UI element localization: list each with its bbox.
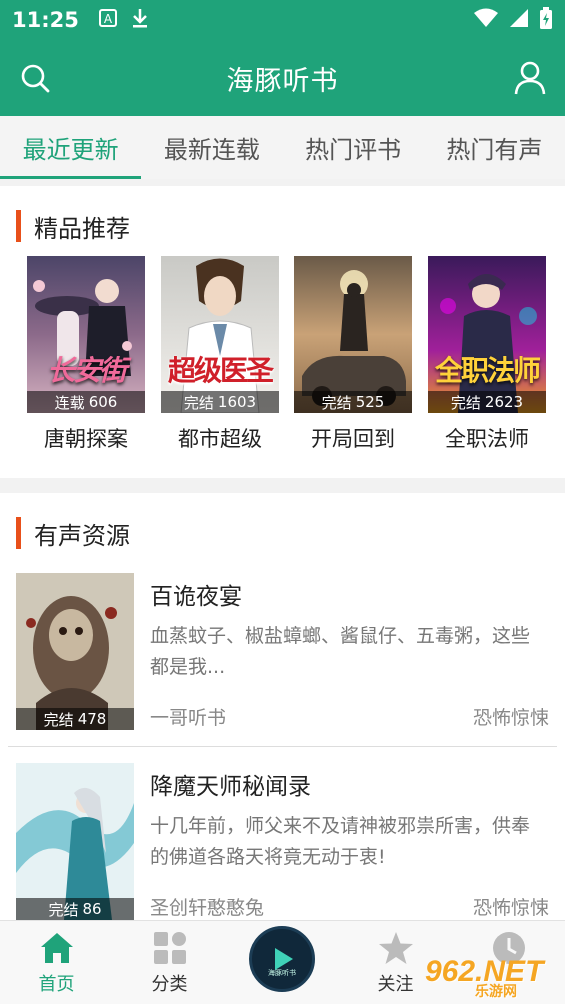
nav-category[interactable]: 分类 — [113, 921, 226, 1004]
svg-text:A: A — [104, 12, 113, 26]
audio-title: 百诡夜宴 — [150, 584, 242, 610]
cover-title-art: 超级医圣 — [167, 354, 274, 387]
audio-author: 圣创轩憨憨兔 — [150, 897, 265, 919]
book-card[interactable]: 完结 525 开局回到 — [294, 256, 412, 453]
book-name: 开局回到 — [311, 427, 395, 451]
audio-list-item[interactable]: 完结 478 百诡夜宴 血蒸蚊子、椒盐蟑螂、酱鼠仔、五毒粥，这些都是我... 一… — [0, 573, 565, 763]
book-cover: 完结 525 — [294, 256, 412, 413]
audio-author: 一哥听书 — [150, 707, 227, 729]
list-divider — [8, 746, 557, 747]
book-badge: 完结 2623 — [428, 391, 546, 413]
book-status: 完结 — [321, 393, 352, 412]
book-name: 全职法师 — [445, 427, 529, 451]
audio-status: 完结 — [48, 900, 79, 919]
tab-recent-updates[interactable]: 最近更新 — [0, 116, 142, 179]
star-icon — [378, 932, 413, 964]
book-status: 连载 — [54, 393, 85, 412]
a-icon: A — [98, 8, 117, 32]
audio-cover: 完结 478 — [16, 573, 134, 730]
audio-description: 十几年前，师父来不及请神被邪祟所害，供奉的佛道各路天将竟无动于衷! — [150, 815, 531, 868]
book-badge: 完结 525 — [294, 391, 412, 413]
player-label: 海豚听书 — [268, 969, 296, 977]
book-status: 完结 — [183, 393, 214, 412]
audio-cover: 完结 86 — [16, 763, 134, 920]
category-tabs: 最近更新 最新连载 热门评书 热门有声 — [0, 116, 565, 179]
search-icon — [21, 64, 50, 93]
app-title: 海豚听书 — [226, 65, 339, 97]
book-card[interactable]: 全职法师 完结 2623 全职法师 — [428, 256, 546, 453]
audio-badge: 完结 86 — [16, 898, 134, 920]
section-accent-bar — [16, 517, 21, 549]
app-header: 海豚听书 — [0, 40, 565, 116]
user-button[interactable] — [510, 58, 550, 98]
nav-home[interactable]: 首页 — [0, 921, 113, 1004]
audio-genre-tag: 恐怖惊悚 — [472, 707, 549, 729]
audio-section: 有声资源 完结 478 百诡夜宴 血蒸蚊子、椒盐蟑螂、酱鼠仔、五毒粥，这些都是我… — [0, 493, 565, 920]
book-badge: 完结 1603 — [161, 391, 279, 413]
book-cover: 长安街 连载 606 — [27, 256, 145, 413]
audio-list-item[interactable]: 完结 86 降魔天师秘闻录 十几年前，师父来不及请神被邪祟所害，供奉的佛道各路天… — [0, 763, 565, 920]
nav-home-label: 首页 — [38, 974, 75, 995]
nav-category-label: 分类 — [151, 974, 188, 995]
category-icon — [153, 932, 186, 964]
tab-new-serials[interactable]: 最新连载 — [141, 116, 282, 179]
play-icon — [275, 948, 293, 970]
featured-section: 精品推荐 长安街 连载 606 唐朝探案 超级医圣 完结 1603 都市超级 完… — [0, 186, 565, 478]
audio-episode-count: 478 — [77, 710, 107, 728]
book-name: 都市超级 — [178, 427, 262, 451]
wifi-icon — [473, 8, 499, 33]
book-name: 唐朝探案 — [44, 427, 128, 451]
nav-follow-label: 关注 — [377, 974, 414, 995]
status-bar: 11:25 A — [0, 0, 565, 40]
audio-status: 完结 — [43, 710, 74, 729]
audio-title: 降魔天师秘闻录 — [150, 774, 311, 800]
book-episode-count: 606 — [88, 393, 118, 411]
download-icon — [131, 8, 149, 33]
section-title-text: 有声资源 — [34, 521, 130, 550]
user-icon — [514, 61, 546, 95]
search-button[interactable] — [15, 58, 55, 98]
home-icon — [40, 933, 73, 963]
book-card[interactable]: 长安街 连载 606 唐朝探案 — [27, 256, 145, 453]
battery-icon — [539, 6, 553, 34]
watermark-sub: 乐游网 — [475, 983, 517, 999]
book-episode-count: 1603 — [217, 393, 257, 411]
book-card[interactable]: 超级医圣 完结 1603 都市超级 — [161, 256, 279, 453]
site-watermark: 962.NET 乐游网 — [425, 955, 560, 999]
book-episode-count: 2623 — [484, 393, 524, 411]
featured-section-title: 精品推荐 — [16, 210, 130, 243]
status-time: 11:25 — [12, 8, 79, 32]
book-cover: 全职法师 完结 2623 — [428, 256, 546, 413]
player-button[interactable]: 海豚听书 — [249, 926, 315, 992]
tab-hot-storytelling[interactable]: 热门评书 — [283, 116, 424, 179]
section-accent-bar — [16, 210, 21, 242]
book-badge: 连载 606 — [27, 391, 145, 413]
book-cover: 超级医圣 完结 1603 — [161, 256, 279, 413]
audio-episode-count: 86 — [82, 900, 102, 918]
signal-icon — [509, 8, 529, 33]
cover-title-art: 全职法师 — [434, 354, 541, 387]
audio-badge: 完结 478 — [16, 708, 134, 730]
featured-book-list: 长安街 连载 606 唐朝探案 超级医圣 完结 1603 都市超级 完结 525… — [0, 256, 565, 456]
tab-hot-audio[interactable]: 热门有声 — [424, 116, 565, 179]
cover-title-art: 长安街 — [46, 354, 127, 387]
audio-description: 血蒸蚊子、椒盐蟑螂、酱鼠仔、五毒粥，这些都是我... — [150, 625, 531, 678]
audio-section-title: 有声资源 — [16, 517, 130, 550]
book-status: 完结 — [450, 393, 481, 412]
book-episode-count: 525 — [355, 393, 385, 411]
audio-genre-tag: 恐怖惊悚 — [472, 897, 549, 919]
section-title-text: 精品推荐 — [34, 214, 130, 243]
